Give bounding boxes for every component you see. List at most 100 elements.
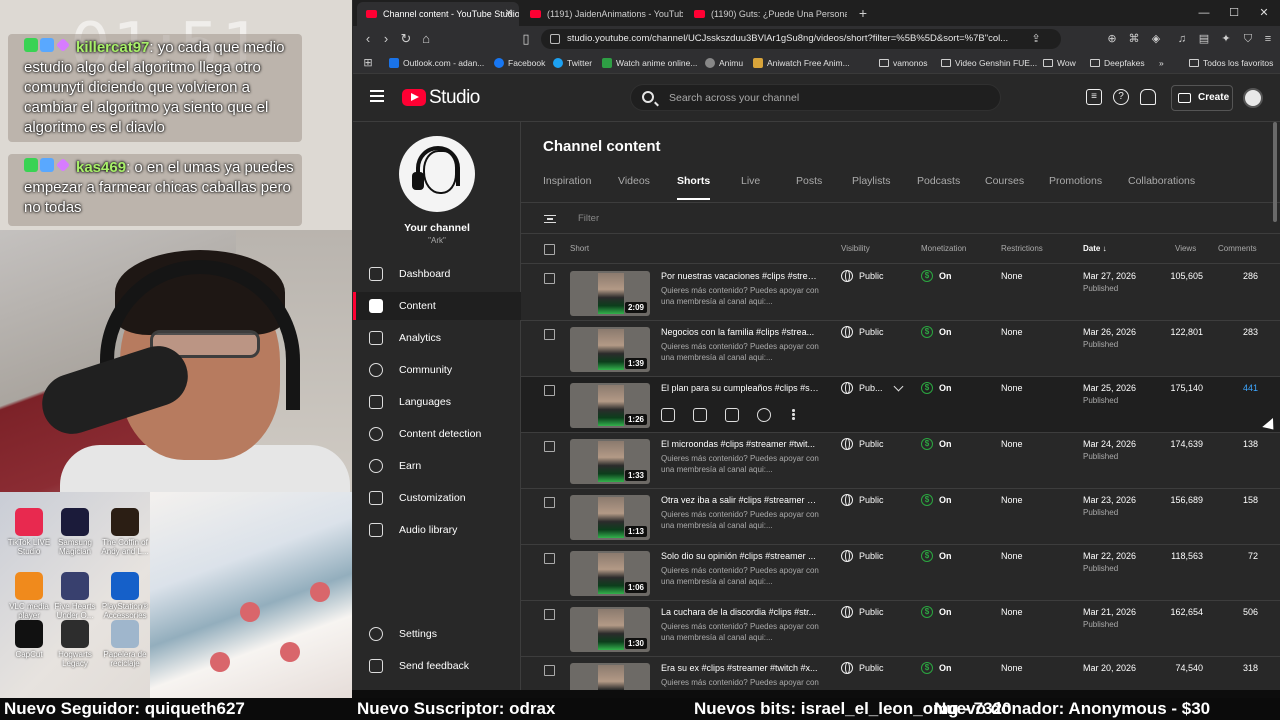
channel-search-input[interactable]: Search across your channel (630, 84, 1001, 111)
monetization-status[interactable]: $ On (921, 606, 952, 618)
desktop-shortcut[interactable]: CapCut (4, 620, 54, 659)
bookmark-icon[interactable]: ▯ (517, 30, 535, 48)
music-icon[interactable]: ♫ (1175, 32, 1189, 46)
sidebar-item-community[interactable]: Community (353, 356, 521, 384)
visibility-status[interactable]: Public (841, 326, 884, 338)
bookmark-item[interactable]: Outlook.com - adan... (389, 52, 484, 74)
desktop-shortcut[interactable]: Five Hearts Under O... (50, 572, 100, 620)
column-header-date[interactable]: Date ↓ (1083, 234, 1107, 264)
bookmark-folder[interactable]: Deepfakes (1090, 52, 1145, 74)
filter-input[interactable]: Filter (578, 203, 599, 234)
bookmark-folder[interactable]: Todos los favoritos (1189, 52, 1273, 74)
sidebar-item-settings[interactable]: Settings (353, 620, 521, 648)
short-thumbnail[interactable] (570, 663, 650, 690)
notifications-bell-icon[interactable] (1140, 89, 1156, 105)
table-row[interactable]: 1:13 Otra vez iba a salir #clips #streame… (521, 489, 1280, 545)
new-tab-button[interactable]: + (853, 2, 873, 24)
table-row[interactable]: 1:30 La cuchara de la discordia #clips #s… (521, 601, 1280, 657)
monetization-status[interactable]: $ On (921, 270, 952, 282)
extension-icon[interactable]: ◈ (1149, 32, 1163, 46)
copilot-icon[interactable]: ✦ (1219, 32, 1233, 46)
shield-icon[interactable]: ⛉ (1241, 32, 1255, 46)
bookmark-item[interactable]: Aniwatch Free Anim... (753, 52, 850, 74)
visibility-status[interactable]: Public (841, 662, 884, 674)
monetization-dollar-icon[interactable] (757, 408, 771, 422)
more-bookmarks-icon[interactable]: » (1159, 52, 1164, 74)
visibility-status[interactable]: Public (841, 438, 884, 450)
row-checkbox[interactable] (544, 329, 555, 340)
short-title[interactable]: El plan para su cumpleaños #clips #st... (661, 383, 819, 393)
row-checkbox[interactable] (544, 385, 555, 396)
monetization-status[interactable]: $ On (921, 382, 952, 394)
bookmark-item[interactable]: Twitter (553, 52, 592, 74)
comments-icon[interactable] (725, 408, 739, 422)
account-avatar[interactable] (1243, 88, 1263, 108)
back-icon[interactable]: ‹ (359, 30, 377, 48)
sidebar-item-dashboard[interactable]: Dashboard (353, 260, 521, 288)
vertical-scrollbar[interactable] (1273, 122, 1277, 222)
row-checkbox[interactable] (544, 441, 555, 452)
hamburger-menu-icon[interactable] (370, 90, 384, 102)
short-title[interactable]: Por nuestras vacaciones #clips #strea... (661, 271, 819, 281)
sidebar-item-customization[interactable]: Customization (353, 484, 521, 512)
sidebar-icon[interactable]: ▤ (1197, 32, 1211, 46)
visibility-status[interactable]: Pub... (841, 382, 883, 394)
short-thumbnail[interactable]: 1:33 (570, 439, 650, 484)
monetization-status[interactable]: $ On (921, 550, 952, 562)
table-row[interactable]: 1:26 El plan para su cumpleaños #clips #s… (521, 377, 1280, 433)
short-title[interactable]: Era su ex #clips #streamer #twitch #x... (661, 663, 819, 673)
monetization-status[interactable]: $ On (921, 438, 952, 450)
help-icon[interactable]: ? (1113, 89, 1129, 105)
short-thumbnail[interactable]: 1:26 (570, 383, 650, 428)
forward-icon[interactable]: › (377, 30, 395, 48)
reload-icon[interactable]: ↻ (397, 30, 415, 48)
filter-bar[interactable]: Filter (521, 202, 1280, 234)
comment-count[interactable]: 441 (1221, 383, 1258, 393)
desktop-shortcut[interactable]: Papelera de reciclaje (100, 620, 150, 668)
maximize-icon[interactable]: ☐ (1219, 0, 1249, 26)
visibility-status[interactable]: Public (841, 550, 884, 562)
sidebar-item-analytics[interactable]: Analytics (353, 324, 521, 352)
short-title[interactable]: La cuchara de la discordia #clips #str..… (661, 607, 819, 617)
analytics-icon[interactable] (693, 408, 707, 422)
more-options-icon[interactable] (791, 408, 795, 422)
short-thumbnail[interactable]: 1:06 (570, 551, 650, 596)
browser-tab[interactable]: Channel content - YouTube Studio ✕ (357, 2, 519, 26)
bookmark-folder[interactable]: Video Genshin FUE... (941, 52, 1037, 74)
extension-icon[interactable]: ⌘ (1127, 32, 1141, 46)
short-thumbnail[interactable]: 1:39 (570, 327, 650, 372)
tab-promotions[interactable]: Promotions (1049, 174, 1102, 200)
select-all-checkbox[interactable] (544, 244, 555, 255)
desktop-shortcut[interactable]: VLC media player (4, 572, 54, 620)
short-thumbnail[interactable]: 2:09 (570, 271, 650, 316)
edit-pencil-icon[interactable] (661, 408, 675, 422)
tab-shorts[interactable]: Shorts (677, 174, 711, 200)
bookmark-folder[interactable]: Wow (1043, 52, 1076, 74)
row-checkbox[interactable] (544, 553, 555, 564)
minimize-icon[interactable]: — (1189, 0, 1219, 26)
short-title[interactable]: Otra vez iba a salir #clips #streamer #.… (661, 495, 819, 505)
short-thumbnail[interactable]: 1:13 (570, 495, 650, 540)
visibility-status[interactable]: Public (841, 494, 884, 506)
visibility-status[interactable]: Public (841, 606, 884, 618)
short-title[interactable]: Solo dio su opinión #clips #streamer ... (661, 551, 819, 561)
desktop-shortcut[interactable]: PlayStation® Accessories (100, 572, 150, 620)
table-row[interactable]: 1:06 Solo dio su opinión #clips #streamer… (521, 545, 1280, 601)
short-thumbnail[interactable]: 1:30 (570, 607, 650, 652)
browser-tab[interactable]: (1190) Guts: ¿Puede Una Persona Ca... (685, 2, 847, 26)
tab-live[interactable]: Live (741, 174, 760, 200)
row-checkbox[interactable] (544, 273, 555, 284)
sidebar-item-audio-library[interactable]: Audio library (353, 516, 521, 544)
tab-playlists[interactable]: Playlists (852, 174, 891, 200)
tab-collaborations[interactable]: Collaborations (1128, 174, 1195, 200)
create-button[interactable]: Create (1171, 85, 1233, 111)
url-field[interactable]: studio.youtube.com/channel/UCJsskszduu3B… (541, 29, 1061, 49)
sidebar-item-content[interactable]: Content (353, 292, 521, 320)
visibility-status[interactable]: Public (841, 270, 884, 282)
table-row[interactable]: 2:09 Por nuestras vacaciones #clips #stre… (521, 265, 1280, 321)
table-row[interactable]: Era su ex #clips #streamer #twitch #x...… (521, 657, 1280, 690)
apps-grid-icon[interactable]: ⊞ (359, 54, 377, 72)
close-window-icon[interactable]: ✕ (1249, 0, 1279, 26)
monetization-status[interactable]: $ On (921, 494, 952, 506)
row-checkbox[interactable] (544, 665, 555, 676)
